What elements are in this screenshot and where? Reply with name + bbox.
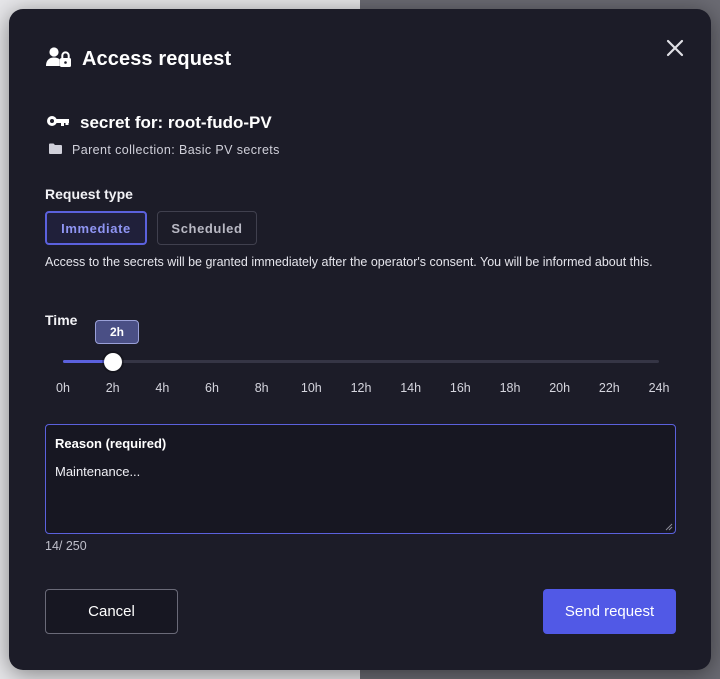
secret-name: secret for: root-fudo-PV [80,113,272,132]
reason-label: Reason (required) [55,436,167,451]
close-icon [666,39,684,57]
time-tick-label: 12h [350,381,372,395]
time-tick-label: 6h [205,381,219,395]
immediate-option[interactable]: Immediate [45,211,147,245]
close-button[interactable] [660,33,690,63]
cancel-button[interactable]: Cancel [45,589,178,634]
scheduled-option[interactable]: Scheduled [157,211,257,245]
time-tick-label: 24h [648,381,670,395]
time-value-bubble: 2h [95,320,139,344]
key-icon [46,114,70,133]
time-tick-label: 0h [56,381,70,395]
parent-collection: Parent collection: Basic PV secrets [49,143,280,157]
time-tick-label: 20h [549,381,571,395]
reason-field[interactable]: Reason (required) Maintenance... [45,424,676,534]
time-tick-label: 2h [105,381,120,395]
time-tick-label: 14h [400,381,422,395]
reason-input[interactable]: Maintenance... [55,464,140,479]
request-type-description: Access to the secrets will be granted im… [45,255,653,269]
dialog-header: Access request [46,46,231,73]
user-lock-icon [46,46,72,73]
time-tick-label: 18h [499,381,521,395]
time-tick-label: 4h [155,381,170,395]
resize-grip-icon[interactable] [665,523,673,531]
time-tick-label: 10h [300,381,322,395]
secret-heading: secret for: root-fudo-PV [46,113,272,133]
access-request-dialog: Access request secret for: root-fudo-PV … [9,9,711,670]
time-tick-label: 16h [449,381,471,395]
dialog-title: Access request [82,48,232,70]
folder-icon [49,143,62,157]
time-tick-label: 8h [254,381,269,395]
request-type-label: Request type [45,186,133,202]
time-slider-track[interactable] [63,360,659,363]
time-slider-ticks: 0h 2h 4h 6h 8h 10h 12h 14h 16h 18h 20h 22h 24h [56,381,669,397]
time-label: Time [45,312,78,328]
parent-collection-text: Parent collection: Basic PV secrets [72,143,280,157]
time-tick-label: 22h [598,381,620,395]
send-request-button[interactable]: Send request [543,589,676,634]
reason-char-counter: 14/ 250 [45,539,87,553]
time-slider-thumb[interactable] [103,353,122,371]
request-type-toggle: Immediate Scheduled [45,211,257,245]
